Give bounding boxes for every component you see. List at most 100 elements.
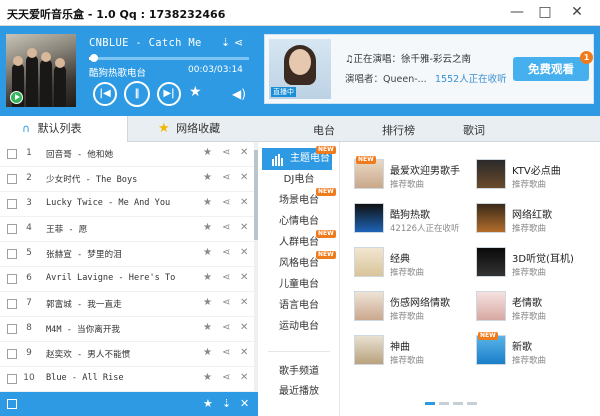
share-icon[interactable]: ⋖ (222, 247, 230, 258)
share-icon[interactable]: ⋖ (222, 197, 230, 208)
tab-charts[interactable]: 排行榜 (382, 122, 415, 138)
delete-icon[interactable]: ✕ (240, 197, 248, 208)
category-item[interactable]: 语言电台 (258, 296, 340, 311)
station-card[interactable]: 网络红歌 推荐歌曲 (462, 198, 582, 238)
volume-icon[interactable]: ◀) (232, 87, 246, 101)
row-checkbox[interactable] (7, 174, 17, 184)
star-icon[interactable]: ★ (203, 222, 212, 233)
star-icon[interactable]: ★ (203, 172, 212, 183)
close-button[interactable]: ✕ (565, 2, 589, 22)
playlist-row[interactable]: 9 赵奕欢 - 男人不能惯 ★ ⋖ ✕ (0, 342, 258, 367)
star-icon[interactable]: ★ (203, 372, 212, 383)
playlist-row[interactable]: 2 少女时代 - The Boys ★ ⋖ ✕ (0, 167, 258, 192)
station-card[interactable]: 新歌 推荐歌曲 NEW (462, 330, 582, 370)
star-icon[interactable]: ★ (203, 322, 212, 333)
tab-lyrics[interactable]: 歌词 (463, 122, 485, 138)
star-icon[interactable]: ★ (203, 297, 212, 308)
tab-radio[interactable]: 电台 (313, 122, 335, 138)
row-checkbox[interactable] (7, 199, 17, 209)
select-all-checkbox[interactable] (7, 399, 17, 409)
star-icon[interactable]: ★ (203, 272, 212, 283)
prev-icon[interactable]: |◀ (93, 82, 117, 106)
share-icon[interactable]: ⋖ (222, 147, 230, 158)
row-checkbox[interactable] (7, 249, 17, 259)
delete-icon[interactable]: ✕ (240, 172, 248, 183)
delete-icon[interactable]: ✕ (240, 397, 249, 410)
playlist-row[interactable]: 8 M4M - 当你离开我 ★ ⋖ ✕ (0, 317, 258, 342)
share-icon[interactable]: ⋖ (222, 172, 230, 183)
star-icon[interactable]: ★ (203, 247, 212, 258)
delete-icon[interactable]: ✕ (240, 272, 248, 283)
row-checkbox[interactable] (7, 299, 17, 309)
divider (268, 351, 330, 352)
next-icon[interactable]: ▶| (157, 82, 181, 106)
delete-icon[interactable]: ✕ (240, 222, 248, 233)
row-checkbox[interactable] (7, 149, 17, 159)
star-icon[interactable]: ★ (203, 397, 213, 410)
track-name: Avril Lavigne - Here's To (46, 273, 176, 283)
playlist-row[interactable]: 10 Blue - All Rise ★ ⋖ ✕ (0, 367, 258, 392)
playlist-row[interactable]: 4 王菲 - 愿 ★ ⋖ ✕ (0, 217, 258, 242)
singer-channel[interactable]: 歌手频道 (258, 362, 340, 377)
favorite-star-icon[interactable]: ★ (189, 84, 202, 100)
star-icon[interactable]: ★ (203, 147, 212, 158)
track-name: 张赫宣 - 梦里的泪 (46, 250, 122, 260)
delete-icon[interactable]: ✕ (240, 297, 248, 308)
row-checkbox[interactable] (7, 324, 17, 334)
share-icon[interactable]: ⋖ (222, 347, 230, 358)
category-item[interactable]: 运动电台 (258, 317, 340, 332)
share-icon[interactable]: ⋖ (234, 36, 243, 49)
row-checkbox[interactable] (7, 374, 17, 384)
star-icon[interactable]: ★ (203, 347, 212, 358)
playlist-row[interactable]: 7 郭富城 - 我一直走 ★ ⋖ ✕ (0, 292, 258, 317)
station-card[interactable]: 神曲 推荐歌曲 (340, 330, 460, 370)
progress-knob[interactable] (90, 54, 99, 62)
station-card[interactable]: 老情歌 推荐歌曲 (462, 286, 582, 326)
page-dot[interactable] (453, 402, 463, 405)
minimize-button[interactable]: — (505, 2, 529, 22)
share-icon[interactable]: ⋖ (222, 222, 230, 233)
station-card[interactable]: 经典 推荐歌曲 (340, 242, 460, 282)
category-item[interactable]: 儿童电台 (258, 275, 340, 290)
station-card[interactable]: 酷狗热歌 42126人正在收听 (340, 198, 460, 238)
star-icon[interactable]: ★ (203, 197, 212, 208)
page-dot[interactable] (439, 402, 449, 405)
playlist-row[interactable]: 6 Avril Lavigne - Here's To ★ ⋖ ✕ (0, 267, 258, 292)
category-item[interactable]: 心情电台 (258, 212, 340, 227)
row-checkbox[interactable] (7, 349, 17, 359)
play-icon[interactable] (10, 91, 23, 104)
progress-bar[interactable] (89, 54, 249, 62)
maximize-button[interactable]: □ (533, 2, 557, 22)
row-checkbox[interactable] (7, 274, 17, 284)
share-icon[interactable]: ⋖ (222, 322, 230, 333)
share-icon[interactable]: ⋖ (222, 272, 230, 283)
recent-plays[interactable]: 最近播放 (258, 382, 340, 397)
delete-icon[interactable]: ✕ (240, 322, 248, 333)
delete-icon[interactable]: ✕ (240, 147, 248, 158)
station-card[interactable]: 3D听觉(耳机) 推荐歌曲 (462, 242, 582, 282)
download-icon[interactable]: ⇣ (222, 397, 231, 410)
page-dot[interactable] (425, 402, 435, 405)
playlist-row[interactable]: 5 张赫宣 - 梦里的泪 ★ ⋖ ✕ (0, 242, 258, 267)
station-title: 网络红歌 (512, 210, 552, 221)
free-watch-button[interactable]: 免费观看 (513, 57, 589, 81)
delete-icon[interactable]: ✕ (240, 372, 248, 383)
share-icon[interactable]: ⋖ (222, 297, 230, 308)
category-item[interactable]: DJ电台 (258, 170, 340, 185)
delete-icon[interactable]: ✕ (240, 247, 248, 258)
live-ad-card[interactable]: 直播中 ♫正在演唱：徐千雅-彩云之南 演唱者：Queen-... 1552人正在… (264, 34, 594, 104)
pause-icon[interactable]: ‖ (124, 81, 150, 107)
station-card[interactable]: 最爱欢迎男歌手 推荐歌曲 NEW (340, 154, 460, 194)
playlist-row[interactable]: 3 Lucky Twice - Me And You ★ ⋖ ✕ (0, 192, 258, 217)
row-checkbox[interactable] (7, 224, 17, 234)
playlist-row[interactable]: 1 回音哥 - 他和她 ★ ⋖ ✕ (0, 142, 258, 167)
share-icon[interactable]: ⋖ (222, 372, 230, 383)
page-dot[interactable] (467, 402, 477, 405)
track-number: 2 (26, 173, 32, 183)
delete-icon[interactable]: ✕ (240, 347, 248, 358)
tab-net-favorites[interactable]: ★ 网络收藏 (158, 116, 220, 142)
download-icon[interactable]: ⇣ (221, 36, 230, 49)
tab-default-list[interactable]: ∩ 默认列表 (0, 116, 128, 142)
station-card[interactable]: 伤感网络情歌 推荐歌曲 (340, 286, 460, 326)
station-card[interactable]: KTV必点曲 推荐歌曲 (462, 154, 582, 194)
